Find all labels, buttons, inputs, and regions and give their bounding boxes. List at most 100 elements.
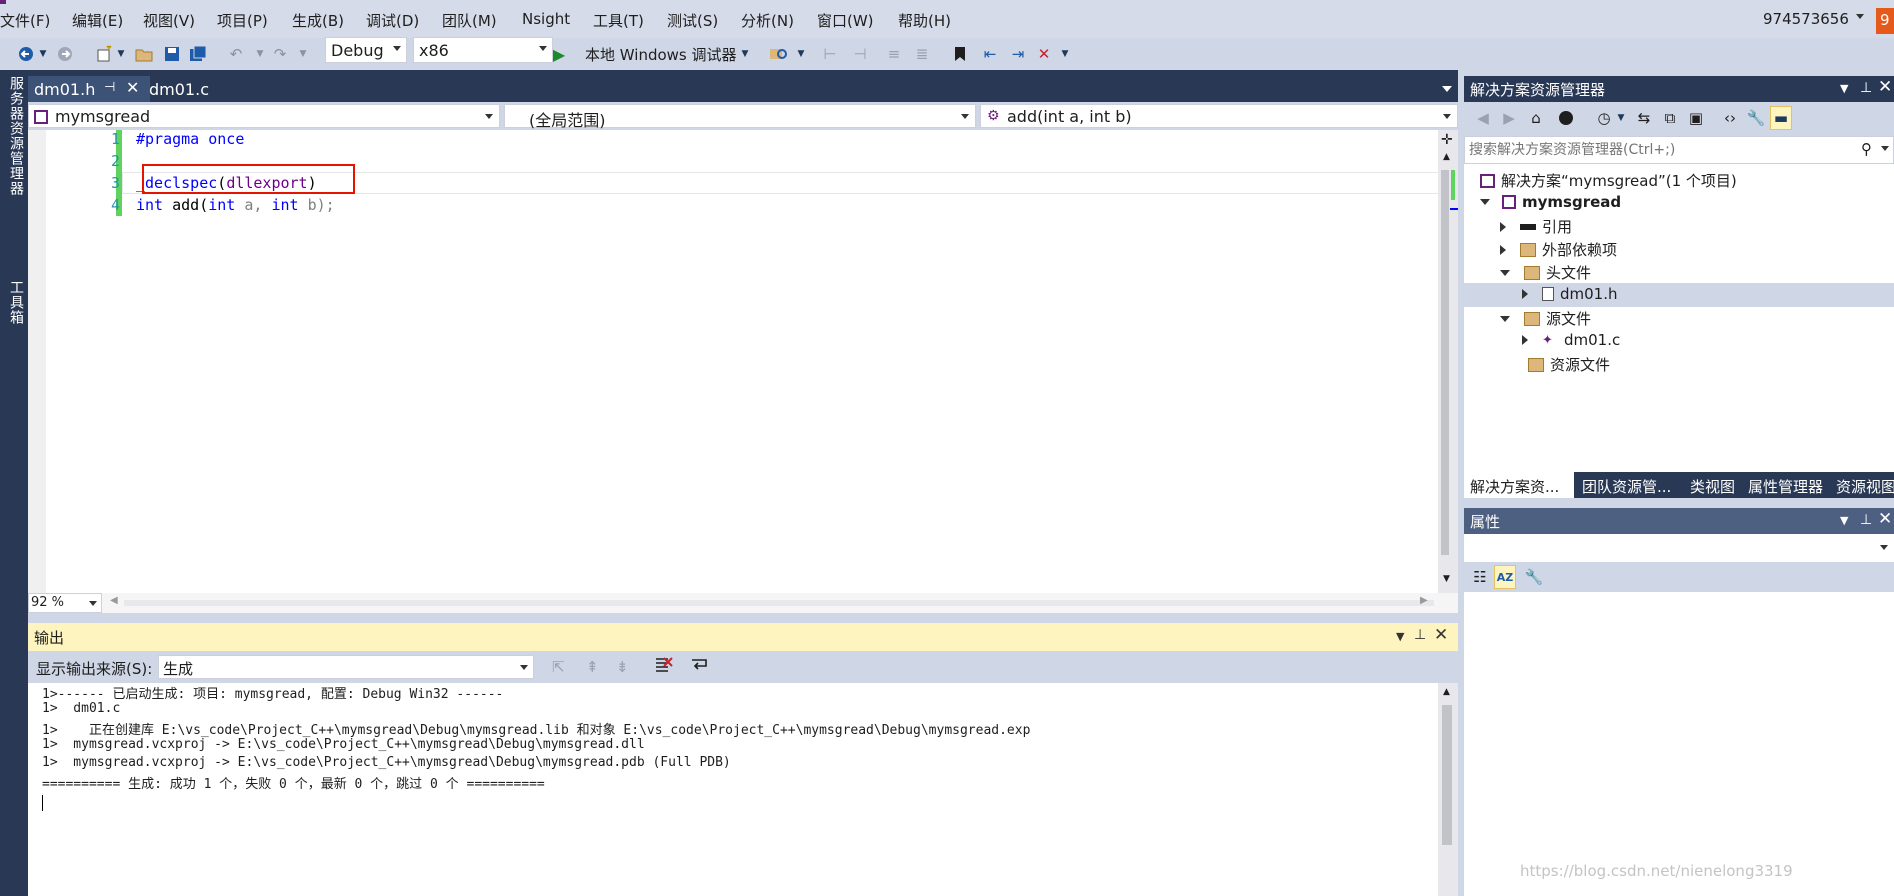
tree-node-resources[interactable]: 资源文件 <box>1528 354 1610 375</box>
back-dropdown-icon[interactable]: ▼ <box>38 43 48 65</box>
object-dropdown-icon[interactable] <box>1880 545 1888 550</box>
platform-select[interactable]: x86 <box>413 37 553 63</box>
home-icon[interactable]: ⌂ <box>1526 107 1546 129</box>
tab-resource-view[interactable]: 资源视图 <box>1836 476 1894 497</box>
output-source-select[interactable]: 生成 <box>158 655 534 679</box>
step-icon[interactable]: ⊢ <box>820 43 840 65</box>
properties-object-select[interactable] <box>1464 534 1894 562</box>
tab-dm01-c[interactable]: dm01.c <box>143 76 253 102</box>
output-pane[interactable]: 1>------ 已启动生成: 项目: mymsgread, 配置: Debug… <box>28 683 1458 896</box>
menu-test[interactable]: 测试(S) <box>667 10 718 31</box>
menu-help[interactable]: 帮助(H) <box>898 10 951 31</box>
toolbar-overflow-icon[interactable]: ▼ <box>1060 43 1070 65</box>
server-explorer-tab[interactable]: 服务器资源管理器 <box>6 76 26 196</box>
scroll-left-icon[interactable]: ◀ <box>110 595 118 606</box>
tab-team-explorer[interactable]: 团队资源管... <box>1582 476 1671 497</box>
tab-class-view[interactable]: 类视图 <box>1690 476 1735 497</box>
tab-solution-explorer[interactable]: 解决方案资... <box>1470 476 1559 497</box>
pin-icon[interactable]: ⊥ <box>1414 627 1426 643</box>
close-icon[interactable]: ✕ <box>1878 77 1892 97</box>
close-icon[interactable]: ✕ <box>1434 625 1448 645</box>
scroll-thumb[interactable] <box>1442 705 1452 845</box>
output-scrollbar[interactable]: ▲ <box>1438 683 1458 896</box>
collapse-icon[interactable] <box>1522 289 1528 299</box>
open-file-icon[interactable] <box>134 43 154 65</box>
menu-file[interactable]: 文件(F) <box>0 10 50 31</box>
search-options-icon[interactable] <box>1881 146 1889 151</box>
alphabetical-icon[interactable]: AZ <box>1494 565 1516 589</box>
show-all-files-icon[interactable]: ▣ <box>1686 107 1706 129</box>
view-code-icon[interactable]: ‹› <box>1720 107 1740 129</box>
collapse-icon[interactable] <box>1522 335 1528 345</box>
save-icon[interactable] <box>162 43 182 65</box>
categorized-icon[interactable]: ☷ <box>1470 566 1490 588</box>
tree-node-solution[interactable]: 解决方案“mymsgread”(1 个项目) <box>1480 170 1737 191</box>
zoom-select[interactable]: 92 % <box>28 593 102 613</box>
pin-icon[interactable]: ⊥ <box>1860 512 1872 528</box>
menu-edit[interactable]: 编辑(E) <box>72 10 123 31</box>
collapse-all-icon[interactable]: ⧉ <box>1660 107 1680 129</box>
new-project-icon[interactable] <box>94 43 114 65</box>
find-message-icon[interactable]: ⇱ <box>552 658 565 676</box>
debugger-dropdown-icon[interactable]: ▼ <box>740 43 750 65</box>
comment-icon[interactable]: ≡ <box>884 43 904 65</box>
project-dropdown[interactable]: mymsgread <box>28 104 500 128</box>
uncomment-icon[interactable]: ≣ <box>912 43 932 65</box>
properties-icon[interactable]: 🔧 <box>1746 107 1766 129</box>
prev-bookmark-icon[interactable]: ⇤ <box>980 43 1000 65</box>
code-editor[interactable]: 1 2 3 4 #pragma once _declspec(dllexport… <box>28 130 1458 593</box>
pending-changes-icon[interactable]: ◷ <box>1594 107 1614 129</box>
scope-dropdown[interactable]: (全局范围) <box>504 104 976 130</box>
menu-build[interactable]: 生成(B) <box>292 10 344 31</box>
undo-icon[interactable]: ↶ <box>226 43 246 65</box>
step-over-icon[interactable]: ⊣ <box>850 43 870 65</box>
back-icon[interactable]: ◀ <box>1474 107 1492 129</box>
user-dropdown-icon[interactable] <box>1856 14 1864 19</box>
start-debug-button[interactable]: 本地 Windows 调试器 <box>585 43 737 65</box>
menu-project[interactable]: 项目(P) <box>217 10 268 31</box>
word-wrap-icon[interactable] <box>690 656 710 678</box>
menu-team[interactable]: 团队(M) <box>442 10 497 31</box>
window-options-icon[interactable]: ▼ <box>1396 630 1404 643</box>
solution-search-box[interactable]: ⚲ <box>1464 136 1894 164</box>
menu-tools[interactable]: 工具(T) <box>593 10 644 31</box>
collapse-icon[interactable] <box>1500 221 1506 232</box>
switch-view-icon[interactable] <box>1556 107 1576 129</box>
redo-icon[interactable]: ↷ <box>270 43 290 65</box>
next-message-icon[interactable]: ⇟ <box>616 658 629 676</box>
tree-node-dm01-h[interactable]: dm01.h <box>1522 285 1618 303</box>
window-options-icon[interactable]: ▼ <box>1840 514 1848 527</box>
notification-badge[interactable]: 9 <box>1876 8 1894 34</box>
tab-list-dropdown-icon[interactable] <box>1442 86 1452 92</box>
member-dropdown[interactable]: ⚙ add(int a, int b) <box>980 104 1458 128</box>
sync-icon[interactable]: ⇆ <box>1634 107 1654 129</box>
forward-icon[interactable] <box>56 43 74 65</box>
tree-node-project[interactable]: mymsgread <box>1480 193 1621 211</box>
window-options-icon[interactable]: ▼ <box>1840 82 1848 95</box>
pin-icon[interactable]: ⊣ <box>104 80 115 95</box>
toolbox-tab[interactable]: 工具箱 <box>6 280 26 325</box>
menu-debug[interactable]: 调试(D) <box>366 10 419 31</box>
forward-icon[interactable]: ▶ <box>1500 107 1518 129</box>
expand-icon[interactable] <box>1500 269 1510 276</box>
split-icon[interactable]: ✛ <box>1441 132 1453 148</box>
horizontal-scrollbar[interactable] <box>124 600 1434 606</box>
overflow-icon[interactable]: ▼ <box>796 43 806 65</box>
menu-nsight[interactable]: Nsight <box>522 10 570 28</box>
vertical-scrollbar[interactable]: ✛ ▲ ▼ <box>1438 130 1458 593</box>
bookmark-icon[interactable] <box>950 43 970 65</box>
menu-analyze[interactable]: 分析(N) <box>741 10 794 31</box>
menu-view[interactable]: 视图(V) <box>143 10 195 31</box>
expand-icon[interactable] <box>1480 199 1490 205</box>
clear-bookmarks-icon[interactable]: ✕ <box>1034 43 1054 65</box>
solution-search-input[interactable] <box>1469 139 1849 161</box>
back-icon[interactable] <box>16 43 36 65</box>
redo-dropdown-icon[interactable]: ▼ <box>298 43 308 65</box>
search-icon[interactable]: ⚲ <box>1861 140 1872 158</box>
clear-all-icon[interactable] <box>654 655 674 679</box>
pin-icon[interactable]: ⊥ <box>1860 80 1872 96</box>
pending-dropdown-icon[interactable]: ▼ <box>1616 107 1626 129</box>
scroll-right-icon[interactable]: ▶ <box>1420 595 1428 606</box>
collapse-icon[interactable] <box>1500 244 1506 255</box>
undo-dropdown-icon[interactable]: ▼ <box>255 43 265 65</box>
